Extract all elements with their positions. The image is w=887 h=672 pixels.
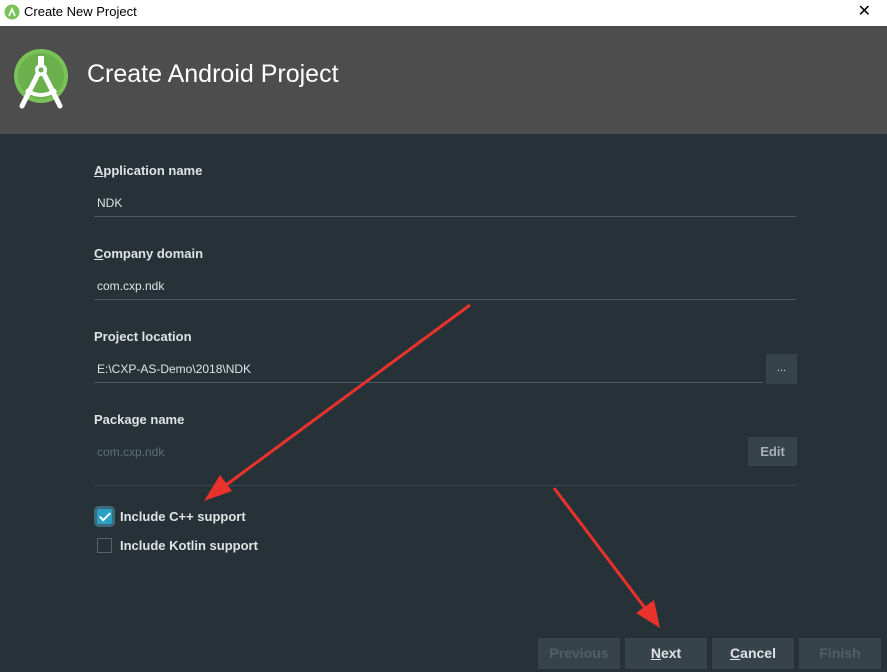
package-name-label: Package name (94, 412, 185, 427)
project-form: Application name NDK Company domain com.… (0, 134, 887, 672)
finish-button[interactable]: Finish (799, 638, 881, 669)
cancel-button[interactable]: Cancel (712, 638, 794, 669)
close-icon[interactable]: ✕ (858, 0, 871, 22)
application-name-label: Application name (94, 163, 203, 178)
window-titlebar: Create New Project ✕ (0, 0, 887, 26)
divider (94, 485, 796, 486)
company-domain-field[interactable]: com.cxp.ndk (94, 273, 796, 300)
include-cpp-checkbox[interactable] (97, 508, 112, 524)
project-location-label: Project location (94, 329, 192, 344)
next-button[interactable]: Next (625, 638, 707, 669)
android-studio-logo-icon (14, 49, 68, 109)
edit-package-button[interactable]: Edit (748, 437, 797, 466)
project-location-field[interactable]: E:\CXP-AS-Demo\2018\NDK (94, 356, 763, 383)
include-kotlin-option[interactable]: Include Kotlin support (97, 536, 258, 554)
android-studio-app-icon (4, 4, 20, 20)
include-kotlin-label: Include Kotlin support (120, 537, 258, 553)
browse-location-button[interactable]: ... (766, 354, 797, 384)
package-name-field: com.cxp.ndk (97, 445, 165, 459)
include-cpp-label: Include C++ support (120, 508, 246, 524)
previous-button[interactable]: Previous (538, 638, 620, 669)
dialog-header: Create Android Project (0, 26, 887, 134)
window-title: Create New Project (24, 4, 137, 19)
page-title: Create Android Project (87, 60, 339, 88)
company-domain-label: Company domain (94, 246, 204, 261)
include-kotlin-checkbox[interactable] (97, 537, 112, 553)
application-name-field[interactable]: NDK (94, 190, 796, 217)
include-cpp-option[interactable]: Include C++ support (97, 507, 246, 525)
